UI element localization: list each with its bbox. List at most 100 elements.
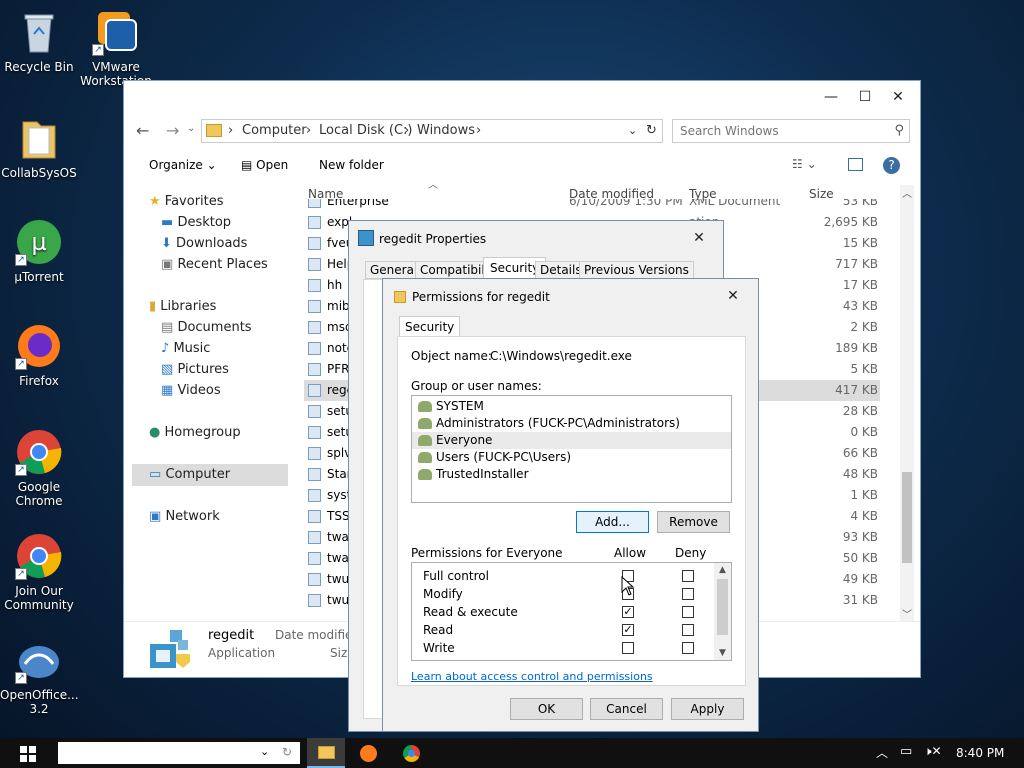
tab-previous-versions[interactable]: Previous Versions — [579, 261, 694, 279]
taskbar-firefox[interactable] — [360, 745, 377, 762]
allow-checkbox[interactable]: ✓ — [622, 606, 634, 618]
user-list-item[interactable]: Users (FUCK-PC\Users) — [412, 449, 731, 466]
organize-button[interactable]: Organize ⌄ — [149, 158, 217, 172]
search-icon[interactable]: ⚲ — [894, 123, 904, 138]
desktop-icon-join-community[interactable]: ↗ Join Our Community — [0, 532, 78, 612]
volume-muted-icon[interactable]: 🕨✕ — [924, 744, 942, 759]
back-button[interactable]: ← — [136, 121, 149, 140]
ok-button[interactable]: OK — [510, 698, 583, 720]
desktop-icon-utorrent[interactable]: µ ↗ µTorrent — [0, 218, 78, 284]
close-button[interactable]: ✕ — [884, 86, 912, 108]
user-list-item[interactable]: SYSTEM — [412, 398, 731, 415]
allow-checkbox[interactable] — [622, 642, 634, 654]
permission-name: Write — [423, 641, 455, 655]
deny-checkbox[interactable] — [682, 570, 694, 582]
scroll-up-icon[interactable]: ︿ — [900, 185, 914, 200]
user-list[interactable]: SYSTEM Administrators (FUCK-PC\Administra… — [411, 395, 732, 503]
desktop-icon-openoffice[interactable]: ↗ OpenOffice... 3.2 — [0, 636, 79, 716]
address-bar[interactable]: › Computer › Local Disk (C:) › Windows ›… — [201, 119, 663, 143]
apply-button[interactable]: Apply — [671, 698, 744, 720]
refresh-icon[interactable]: ↻ — [646, 120, 657, 142]
refresh-icon[interactable]: ↻ — [282, 745, 292, 759]
nav-network[interactable]: ▣ Network — [149, 509, 220, 524]
downloads-icon: ⬇ — [161, 236, 172, 251]
nav-recent-places[interactable]: ▣ Recent Places — [161, 257, 268, 272]
search-input[interactable] — [673, 120, 878, 142]
access-control-link[interactable]: Learn about access control and permissio… — [411, 670, 653, 683]
user-list-item[interactable]: TrustedInstaller — [412, 466, 731, 483]
nav-homegroup[interactable]: ● Homegroup — [149, 425, 241, 440]
nav-pictures[interactable]: ▧ Pictures — [161, 362, 229, 377]
nav-downloads[interactable]: ⬇ Downloads — [161, 236, 247, 251]
file-size: 53 KB — [842, 199, 878, 208]
minimize-button[interactable]: — — [817, 86, 845, 108]
nav-libraries[interactable]: ▮ Libraries — [149, 299, 216, 314]
allow-checkbox[interactable]: ✓ — [622, 624, 634, 636]
file-row[interactable]: Enterprise 6/10/2009 1:30 PM XML Document 5… — [304, 199, 880, 212]
tab-general[interactable]: General — [365, 261, 423, 279]
desktop-icon-recycle-bin[interactable]: Recycle Bin — [0, 8, 78, 74]
tab-security-perm[interactable]: Security — [399, 316, 461, 337]
desktop-icon-label: µTorrent — [14, 270, 64, 284]
file-name: twu — [327, 572, 350, 586]
taskbar-search[interactable]: ⌄ ↻ — [58, 742, 300, 764]
vertical-scrollbar[interactable]: ︿ ﹀ — [900, 185, 914, 621]
recent-dropdown[interactable]: ⌄ — [187, 123, 195, 134]
nav-videos[interactable]: ▦ Videos — [161, 383, 221, 398]
network-tray-icon[interactable]: ▭ — [900, 744, 912, 759]
chevron-down-icon[interactable]: ⌄ — [260, 745, 269, 758]
search-box[interactable]: ⚲ — [672, 119, 910, 143]
nav-favorites[interactable]: ★ Favorites — [149, 194, 224, 209]
breadcrumb-computer[interactable]: Computer — [242, 120, 307, 142]
taskbar-explorer[interactable] — [307, 738, 345, 768]
desktop-icon: ▬ — [161, 215, 174, 230]
nav-music[interactable]: ♪ Music — [161, 341, 210, 356]
view-options-icon[interactable]: ☷ ⌄ — [792, 157, 817, 171]
deny-checkbox[interactable] — [682, 624, 694, 636]
user-name: SYSTEM — [436, 399, 484, 413]
scroll-down-icon[interactable]: ﹀ — [900, 606, 914, 621]
help-icon[interactable]: ? — [883, 157, 900, 174]
properties-close-button[interactable]: ✕ — [685, 227, 713, 249]
file-size: 66 KB — [842, 446, 878, 460]
breadcrumb-local-disk[interactable]: Local Disk (C:) — [319, 120, 412, 142]
nav-documents[interactable]: ▤ Documents — [161, 320, 252, 335]
permissions-scrollbar[interactable]: ▲ ▼ — [714, 563, 731, 660]
new-folder-button[interactable]: New folder — [319, 158, 384, 172]
file-name: Enterprise — [327, 199, 389, 208]
user-list-item[interactable]: Administrators (FUCK-PC\Administrators) — [412, 415, 731, 432]
scroll-thumb[interactable] — [717, 579, 728, 635]
breadcrumb-windows[interactable]: Windows — [417, 120, 475, 142]
deny-checkbox[interactable] — [682, 606, 694, 618]
desktop-icon-label: Recycle Bin — [4, 60, 74, 74]
remove-button[interactable]: Remove — [657, 511, 730, 533]
start-button[interactable] — [20, 746, 36, 762]
show-hidden-icons-icon[interactable]: ︿ — [876, 744, 888, 761]
add-button[interactable]: Add... — [576, 511, 649, 533]
maximize-button[interactable]: ☐ — [851, 86, 879, 108]
scroll-thumb[interactable] — [902, 472, 912, 563]
preview-pane-icon[interactable] — [848, 158, 863, 171]
cancel-button[interactable]: Cancel — [590, 698, 663, 720]
desktop-icon-collabsysos[interactable]: CollabSysOS — [0, 114, 78, 180]
scroll-up-icon[interactable]: ▲ — [714, 563, 731, 577]
nav-desktop[interactable]: ▬ Desktop — [161, 215, 231, 230]
file-size: 49 KB — [842, 572, 878, 586]
desktop-icon-firefox[interactable]: ↗ Firefox — [0, 322, 78, 388]
desktop-icon-chrome[interactable]: ↗ Google Chrome — [0, 428, 78, 508]
forward-button[interactable]: → — [166, 121, 179, 140]
taskbar-chrome[interactable] — [403, 745, 420, 762]
permissions-close-button[interactable]: ✕ — [719, 285, 747, 307]
desktop-icon-label: Firefox — [19, 374, 59, 388]
recycle-bin-icon — [15, 8, 63, 56]
deny-checkbox[interactable] — [682, 642, 694, 654]
file-icon — [308, 279, 321, 292]
nav-computer[interactable]: ▭ Computer — [149, 467, 230, 482]
scroll-down-icon[interactable]: ▼ — [714, 646, 731, 660]
clock[interactable]: 8:40 PM — [956, 746, 1004, 760]
deny-checkbox[interactable] — [682, 588, 694, 600]
address-dropdown-icon[interactable]: ⌄ — [628, 120, 637, 142]
user-list-item[interactable]: Everyone — [412, 432, 731, 449]
open-button[interactable]: ▤ Open — [241, 158, 288, 172]
desktop-icon-vmware[interactable]: ↗ VMware Workstation — [77, 8, 155, 88]
